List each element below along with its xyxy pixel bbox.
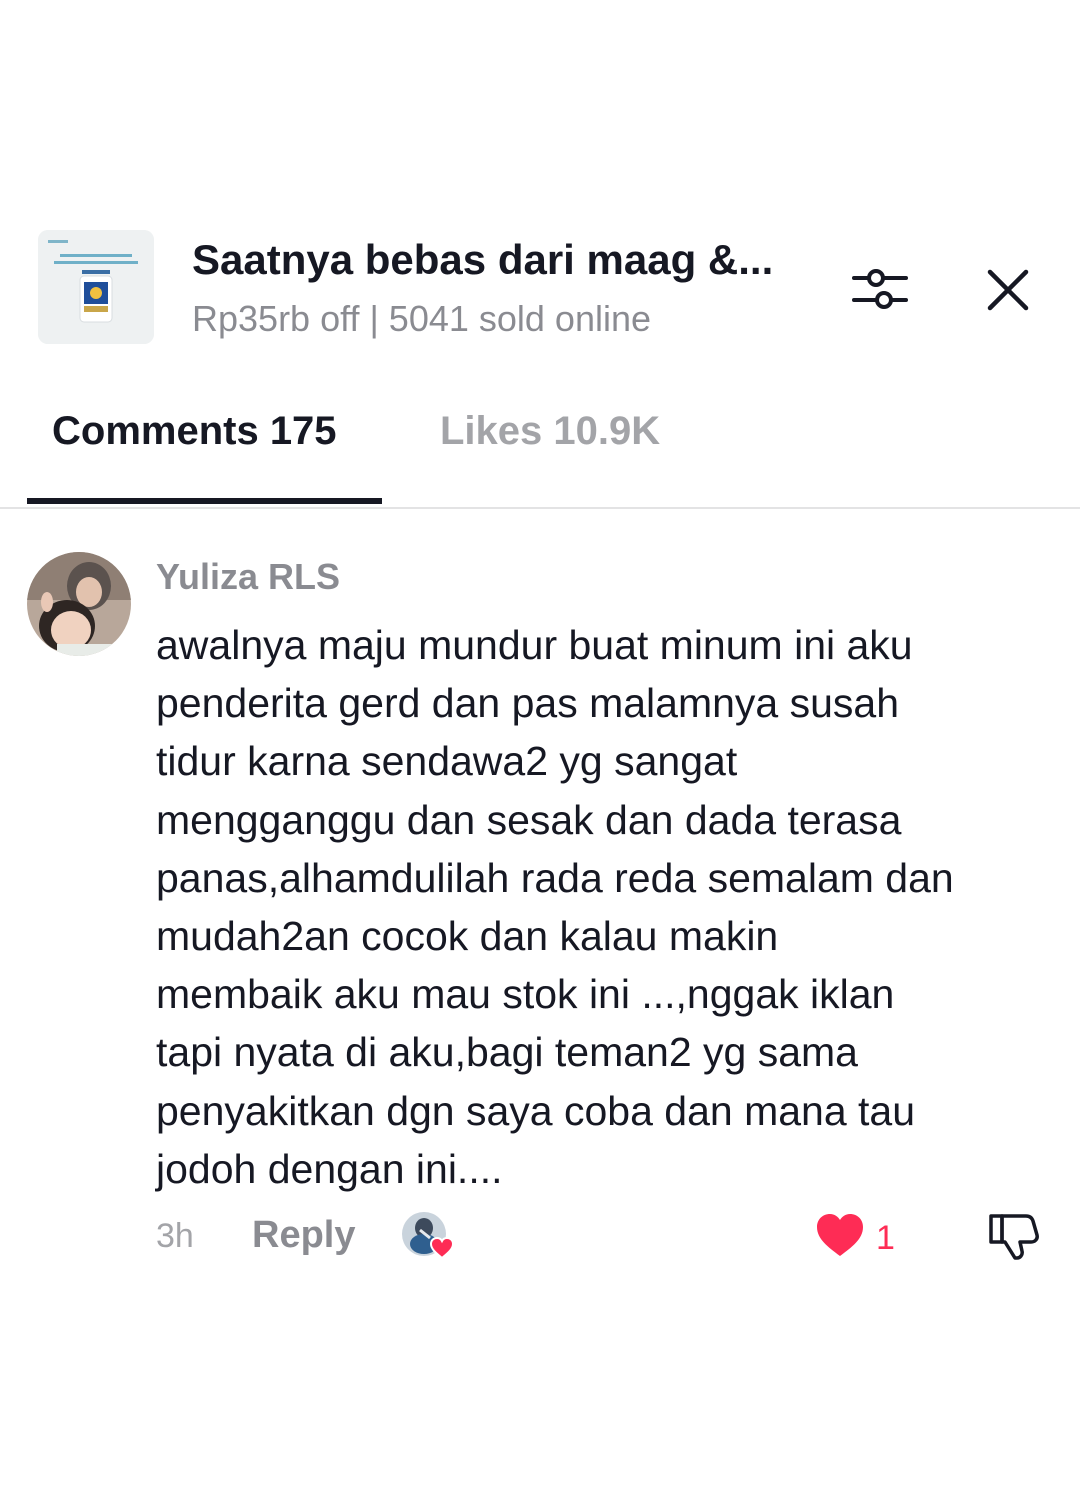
- creator-liked-badge: [400, 1208, 460, 1264]
- creator-avatar-heart-icon: [402, 1212, 455, 1260]
- tab-bar: Comments 175 Likes 10.9K: [0, 395, 1080, 509]
- product-thumbnail[interactable]: [38, 230, 154, 344]
- comment-timestamp: 3h: [156, 1217, 194, 1255]
- active-tab-indicator: [27, 498, 382, 504]
- dislike-button[interactable]: [986, 1210, 1042, 1262]
- avatar[interactable]: [27, 552, 131, 656]
- tab-comments[interactable]: Comments 175: [52, 405, 337, 457]
- comment-actions: 3h Reply 1: [0, 1206, 1080, 1266]
- product-info[interactable]: Saatnya bebas dari maag &... Rp35rb off …: [192, 234, 812, 342]
- user-avatar-image: [27, 552, 131, 656]
- comment-username[interactable]: Yuliza RLS: [156, 554, 1056, 600]
- tab-likes[interactable]: Likes 10.9K: [440, 405, 660, 457]
- product-package-image: [38, 230, 154, 344]
- comment-item: Yuliza RLS awalnya maju mundur buat minu…: [0, 550, 1080, 1270]
- close-button[interactable]: [982, 264, 1034, 316]
- product-header: Saatnya bebas dari maag &... Rp35rb off …: [0, 228, 1080, 348]
- sliders-icon: [852, 269, 908, 309]
- product-subtitle: Rp35rb off | 5041 sold online: [192, 298, 652, 339]
- thumbs-down-icon: [989, 1214, 1039, 1260]
- product-title[interactable]: Saatnya bebas dari maag &...: [192, 234, 812, 286]
- heart-filled-icon: [817, 1214, 863, 1256]
- comment-text: awalnya maju mundur buat minum ini aku p…: [156, 622, 954, 1192]
- close-x-icon: [987, 269, 1029, 311]
- filter-button[interactable]: [848, 260, 912, 316]
- like-count: 1: [876, 1219, 895, 1257]
- comment-body: Yuliza RLS awalnya maju mundur buat minu…: [156, 554, 1056, 1198]
- reply-button[interactable]: Reply: [252, 1212, 355, 1258]
- like-button[interactable]: [814, 1210, 866, 1262]
